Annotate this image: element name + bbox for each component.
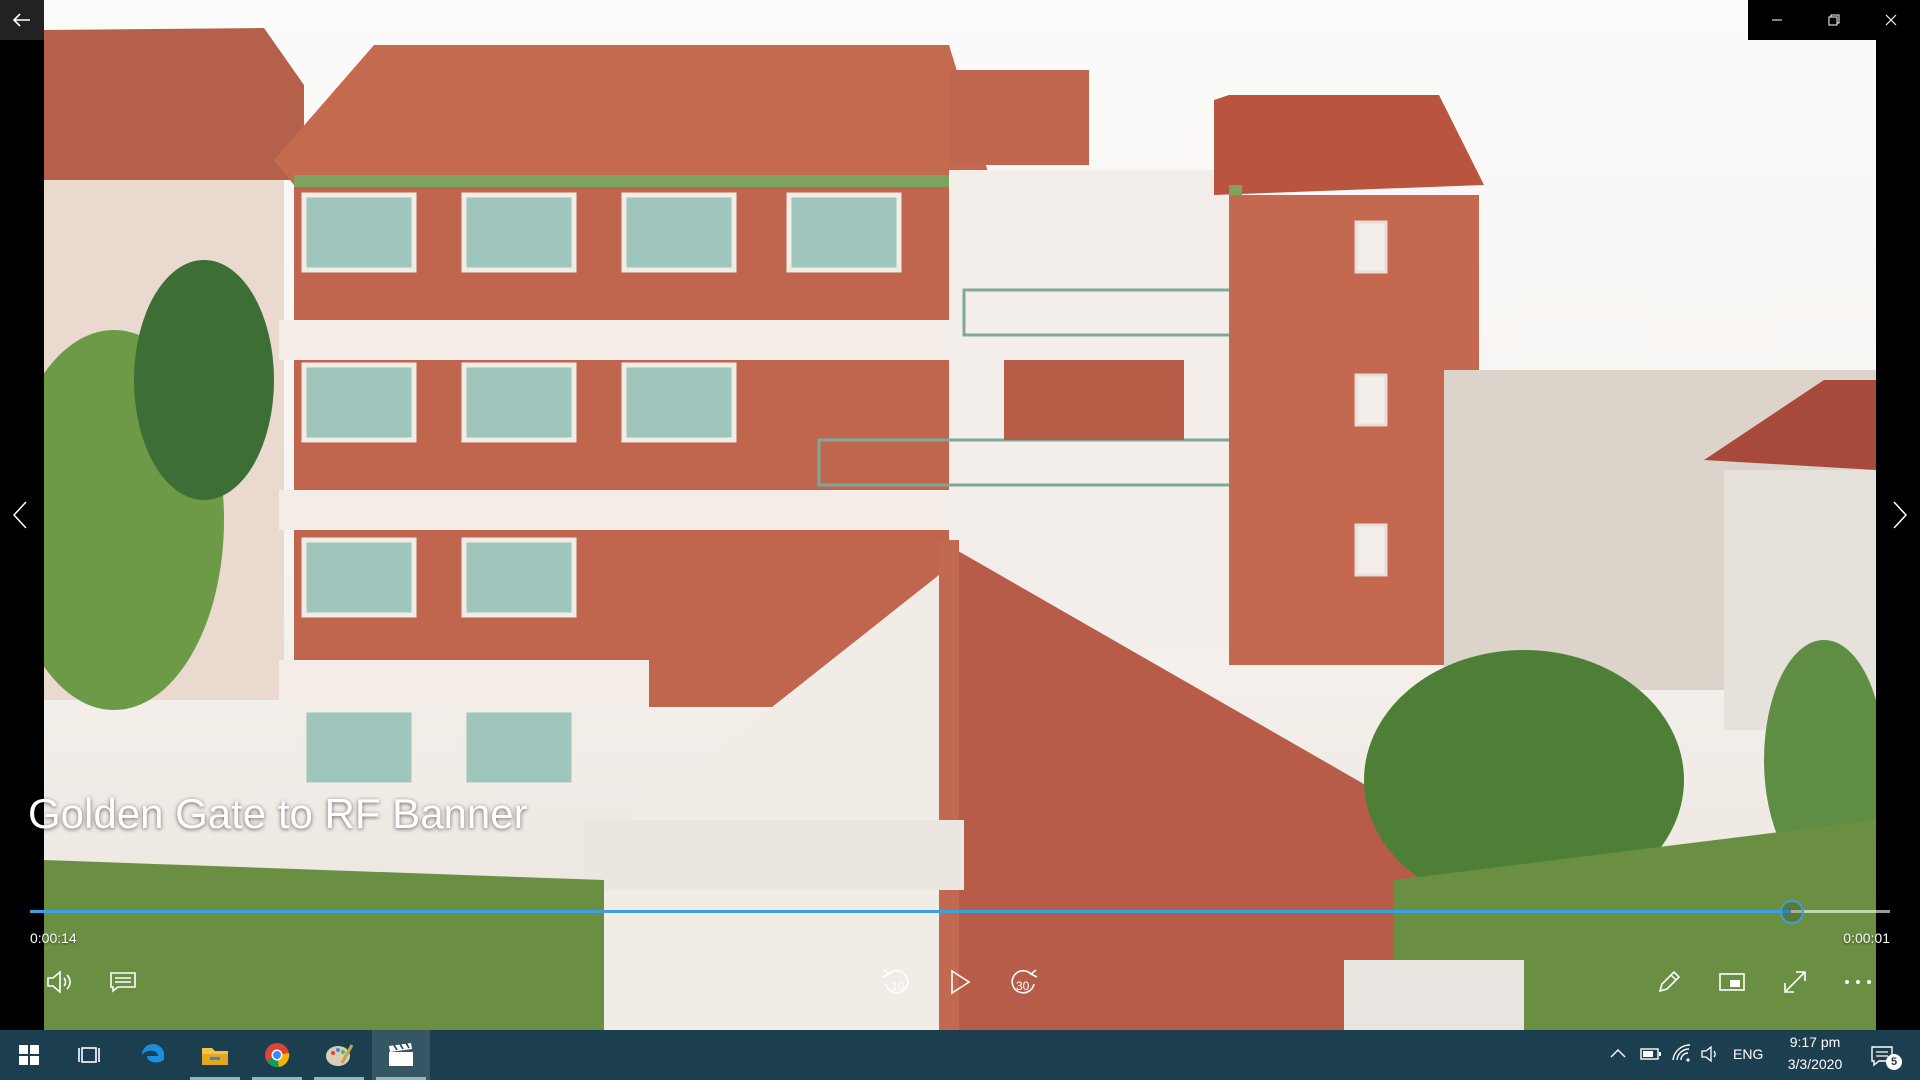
volume-icon [45,970,75,994]
video-player[interactable]: Golden Gate to RF Banner 0:00:14 0:00:01… [0,0,1920,1030]
taskbar-movies-tv[interactable] [372,1030,430,1080]
seek-bar[interactable] [30,900,1890,924]
skip-forward-button[interactable]: 30 [1001,960,1045,1004]
play-icon [949,969,971,995]
volume-button[interactable] [38,960,82,1004]
skip-forward-icon: 30 [1007,966,1039,998]
paint-icon [324,1041,354,1069]
mini-view-button[interactable] [1710,960,1754,1004]
seek-progress [30,910,1792,913]
tray-chevron-up-icon[interactable] [1610,1048,1626,1058]
video-title: Golden Gate to RF Banner [28,790,528,837]
chevron-left-icon [12,500,28,530]
skip-back-button[interactable]: 10 [875,960,919,1004]
task-view-button[interactable] [60,1030,118,1080]
restore-icon [1828,14,1840,26]
start-icon [18,1044,40,1066]
clock-time[interactable]: 9:17 pm [1780,1034,1850,1050]
back-button[interactable] [0,0,44,40]
taskbar-file-explorer[interactable] [186,1030,244,1080]
minimize-icon [1771,14,1783,26]
fullscreen-icon [1782,969,1808,995]
movies-tv-icon [387,1042,415,1068]
minimize-button[interactable] [1748,0,1805,40]
taskbar: ENG 9:17 pm 3/3/2020 5 [0,1030,1920,1080]
arrow-left-icon [13,13,31,27]
captions-button[interactable] [101,960,145,1004]
skip-back-label: 10 [891,979,905,993]
chrome-icon [263,1041,291,1069]
notification-count-badge: 5 [1886,1054,1902,1070]
skip-back-icon: 10 [881,966,913,998]
edit-pencil-icon [1656,969,1682,995]
taskbar-paint[interactable] [310,1030,368,1080]
clock-date[interactable]: 3/3/2020 [1780,1056,1850,1072]
play-button[interactable] [938,960,982,1004]
speaker-icon[interactable] [1700,1045,1720,1063]
start-button[interactable] [0,1030,58,1080]
wifi-icon[interactable] [1672,1044,1692,1062]
video-frame[interactable] [44,0,1876,1030]
battery-icon[interactable] [1640,1047,1662,1061]
previous-button[interactable] [5,490,35,540]
taskbar-edge[interactable] [124,1030,182,1080]
remaining-time: 0:00:01 [1843,930,1890,946]
language-indicator[interactable]: ENG [1733,1046,1763,1062]
more-options-button[interactable] [1836,960,1880,1004]
skip-forward-label: 30 [1016,979,1030,993]
file-explorer-icon [200,1043,230,1067]
mini-view-icon [1718,971,1746,993]
next-button[interactable] [1885,490,1915,540]
more-icon [1844,979,1872,985]
video-scene [44,28,1876,1030]
close-icon [1885,14,1897,26]
close-button[interactable] [1862,0,1920,40]
elapsed-time: 0:00:14 [30,930,77,946]
taskbar-chrome[interactable] [248,1030,306,1080]
task-view-icon [77,1044,101,1066]
action-center-button[interactable]: 5 [1862,1042,1902,1070]
edge-icon [139,1041,167,1069]
captions-icon [109,970,137,994]
chevron-right-icon [1892,500,1908,530]
restore-button[interactable] [1805,0,1862,40]
edit-button[interactable] [1647,960,1691,1004]
fullscreen-button[interactable] [1773,960,1817,1004]
